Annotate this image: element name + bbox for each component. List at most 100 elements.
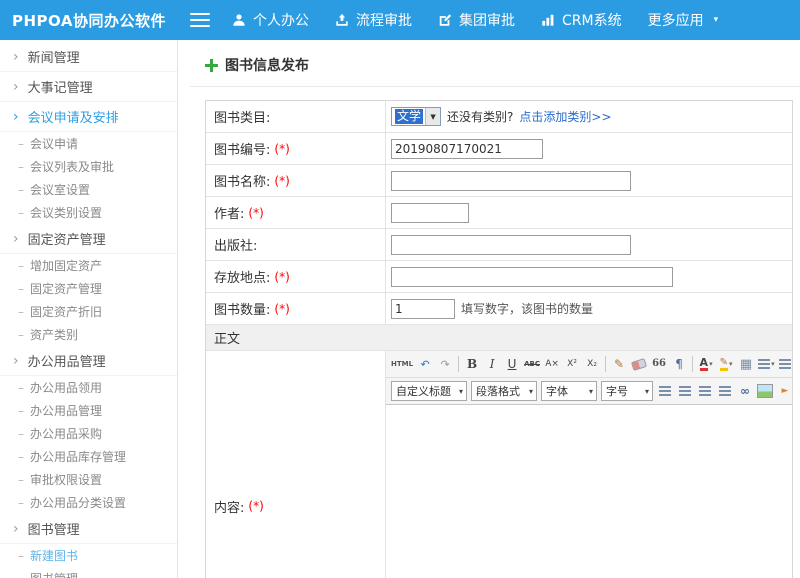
paragraph-button[interactable]: ¶ xyxy=(670,355,688,374)
required-marker: (*) xyxy=(274,142,289,156)
editor-toolbar-row-2: 自定义标题▾段落格式▾字体▾字号▾∞► xyxy=(386,378,792,405)
field-label: 图书名称: xyxy=(214,171,270,190)
nav-item-3[interactable]: 集团审批 xyxy=(438,10,515,30)
format-painter-button[interactable]: ✎ xyxy=(610,355,628,374)
sidebar-item[interactable]: –固定资产管理 xyxy=(0,277,177,300)
eraser-button[interactable] xyxy=(630,355,648,374)
sidebar-group[interactable]: ›办公用品管理 xyxy=(0,346,177,376)
sidebar-item-label: 办公用品分类设置 xyxy=(30,494,126,511)
sidebar-item[interactable]: –会议申请 xyxy=(0,132,177,155)
user-icon xyxy=(232,13,246,27)
blockquote-button[interactable]: 66 xyxy=(650,355,668,374)
required-marker: (*) xyxy=(274,174,289,188)
font-family-select[interactable]: 字体▾ xyxy=(541,381,597,401)
image-button[interactable] xyxy=(756,382,774,401)
chevron-down-icon: ▼ xyxy=(425,108,440,125)
field-label: 内容: xyxy=(214,497,244,516)
sidebar-item[interactable]: –办公用品管理 xyxy=(0,399,177,422)
form-row-quantity: 图书数量: (*) 填写数字，该图书的数量 xyxy=(206,293,792,325)
font-color-button[interactable]: A▾ xyxy=(697,355,715,374)
chevron-right-icon: › xyxy=(13,110,19,124)
sidebar-group[interactable]: ›图书管理 xyxy=(0,514,177,544)
sidebar-item[interactable]: –办公用品分类设置 xyxy=(0,491,177,514)
nav-item-label: CRM系统 xyxy=(562,10,622,30)
dash-bullet: – xyxy=(18,206,24,220)
sidebar-item[interactable]: –办公用品领用 xyxy=(0,376,177,399)
sidebar-item-label: 办公用品采购 xyxy=(30,425,102,442)
align-center-button[interactable] xyxy=(676,382,694,401)
bold-button[interactable]: B xyxy=(463,355,481,374)
sidebar-item[interactable]: –会议类别设置 xyxy=(0,201,177,224)
paragraph-format-select[interactable]: 段落格式▾ xyxy=(471,381,537,401)
sidebar-group[interactable]: ›大事记管理 xyxy=(0,72,177,102)
nav-item-5[interactable]: 更多应用▾ xyxy=(648,10,719,30)
required-marker: (*) xyxy=(274,302,289,316)
dash-bullet: – xyxy=(18,305,24,319)
sidebar-group-label: 大事记管理 xyxy=(28,77,93,96)
sidebar-group[interactable]: ›会议申请及安排 xyxy=(0,102,177,132)
media-button[interactable]: ► xyxy=(776,382,792,401)
editor-content-area[interactable] xyxy=(386,405,792,578)
source-code-button[interactable]: HTML xyxy=(390,355,414,374)
toolbar-separator xyxy=(692,356,693,372)
sidebar-item-label: 办公用品库存管理 xyxy=(30,448,126,465)
field-label-book-name: 图书名称: (*) xyxy=(206,165,386,196)
strikethrough-button[interactable]: ABC xyxy=(523,355,541,374)
add-category-link[interactable]: 点击添加类别>> xyxy=(519,108,611,125)
sidebar-item[interactable]: –办公用品采购 xyxy=(0,422,177,445)
highlight-color-button[interactable]: ✎▾ xyxy=(717,355,735,374)
superscript-button[interactable]: X² xyxy=(563,355,581,374)
sidebar-item[interactable]: –图书管理 xyxy=(0,567,177,578)
remove-format-button[interactable]: A× xyxy=(543,355,561,374)
book-number-input[interactable] xyxy=(391,139,543,159)
category-select[interactable]: 文学 ▼ xyxy=(391,107,441,126)
sidebar-item[interactable]: –新建图书 xyxy=(0,544,177,567)
quantity-input[interactable] xyxy=(391,299,455,319)
nav-item-4[interactable]: CRM系统 xyxy=(541,10,622,30)
topbar: PHPOA协同办公软件 个人办公流程审批集团审批CRM系统更多应用▾ xyxy=(0,0,800,40)
chevron-right-icon: › xyxy=(13,50,19,64)
ordered-list-button[interactable]: ▾ xyxy=(778,355,792,374)
sidebar-item[interactable]: –办公用品库存管理 xyxy=(0,445,177,468)
sidebar-item[interactable]: –审批权限设置 xyxy=(0,468,177,491)
field-label: 图书编号: xyxy=(214,139,270,158)
unordered-list-button[interactable]: ▾ xyxy=(757,355,776,374)
italic-button[interactable]: I xyxy=(483,355,501,374)
redo-button[interactable]: ↷ xyxy=(436,355,454,374)
align-right-button[interactable] xyxy=(696,382,714,401)
underline-button[interactable]: U xyxy=(503,355,521,374)
sidebar-item[interactable]: –资产类别 xyxy=(0,323,177,346)
required-marker: (*) xyxy=(274,270,289,284)
sidebar-item[interactable]: –会议室设置 xyxy=(0,178,177,201)
subscript-button[interactable]: X₂ xyxy=(583,355,601,374)
nav-item-label: 集团审批 xyxy=(459,10,515,30)
dash-bullet: – xyxy=(18,450,24,464)
sidebar-item[interactable]: –增加固定资产 xyxy=(0,254,177,277)
undo-button[interactable]: ↶ xyxy=(416,355,434,374)
select-label: 段落格式 xyxy=(476,383,520,399)
menu-toggle-icon[interactable] xyxy=(190,9,210,31)
sidebar-item[interactable]: –固定资产折旧 xyxy=(0,300,177,323)
sidebar-group[interactable]: ›固定资产管理 xyxy=(0,224,177,254)
field-label: 作者: xyxy=(214,203,244,222)
link-button[interactable]: ∞ xyxy=(736,382,754,401)
font-size-select[interactable]: 字号▾ xyxy=(601,381,653,401)
align-left-button[interactable] xyxy=(656,382,674,401)
location-input[interactable] xyxy=(391,267,673,287)
sidebar-item-label: 新建图书 xyxy=(30,547,78,564)
author-input[interactable] xyxy=(391,203,469,223)
select-label: 自定义标题 xyxy=(396,383,451,399)
publisher-input[interactable] xyxy=(391,235,631,255)
table-button[interactable]: ▦ xyxy=(737,355,755,374)
top-nav: 个人办公 流程审批 集团审批 CRM系统 更多应用▾ xyxy=(232,10,718,30)
nav-item-1[interactable]: 个人办公 xyxy=(232,10,309,30)
sidebar-group[interactable]: ›新闻管理 xyxy=(0,42,177,72)
align-justify-button[interactable] xyxy=(716,382,734,401)
custom-title-select[interactable]: 自定义标题▾ xyxy=(391,381,467,401)
form-row-location: 存放地点: (*) xyxy=(206,261,792,293)
nav-item-2[interactable]: 流程审批 xyxy=(335,10,412,30)
book-name-input[interactable] xyxy=(391,171,631,191)
required-marker: (*) xyxy=(248,499,263,513)
caret-down-icon: ▾ xyxy=(645,387,649,396)
sidebar-item[interactable]: –会议列表及审批 xyxy=(0,155,177,178)
